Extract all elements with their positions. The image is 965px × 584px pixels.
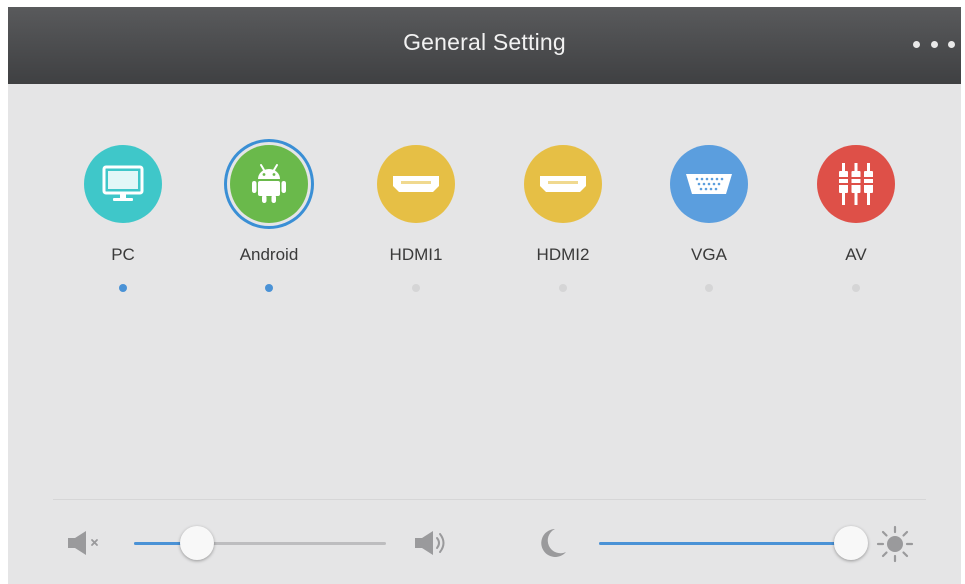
source-label: PC: [111, 245, 135, 264]
hdmi-port-icon: [524, 145, 602, 223]
source-av[interactable]: AV: [801, 137, 911, 307]
vga-port-icon: [670, 145, 748, 223]
source-indicator-dot: [265, 284, 273, 292]
source-android[interactable]: Android: [214, 137, 324, 307]
divider: [53, 499, 926, 500]
volume-up-icon[interactable]: [413, 528, 453, 563]
hdmi-port-icon: [377, 145, 455, 223]
brightness-slider[interactable]: [599, 526, 868, 560]
source-label: Android: [239, 245, 299, 264]
settings-panel: General Setting PC Android HDMI1 HDMI2 V…: [8, 7, 961, 584]
android-icon: [230, 145, 308, 223]
source-label: HDMI2: [536, 245, 590, 264]
source-label: HDMI1: [389, 245, 443, 264]
page-title: General Setting: [403, 29, 566, 55]
header-bar: General Setting: [8, 7, 961, 84]
source-hdmi1[interactable]: HDMI1: [361, 137, 471, 307]
more-options-icon[interactable]: [913, 34, 955, 54]
rca-connector-icon: [817, 145, 895, 223]
source-vga[interactable]: VGA: [654, 137, 764, 307]
source-label: VGA: [691, 245, 727, 264]
source-pc[interactable]: PC: [68, 137, 178, 307]
brightness-slider-fill: [599, 542, 851, 545]
source-indicator-dot: [119, 284, 127, 292]
source-indicator-dot: [559, 284, 567, 292]
brightness-slider-thumb[interactable]: [834, 526, 868, 560]
source-indicator-dot: [705, 284, 713, 292]
source-indicator-dot: [412, 284, 420, 292]
source-hdmi2[interactable]: HDMI2: [508, 137, 618, 307]
sun-icon[interactable]: [875, 524, 915, 569]
source-label: AV: [845, 245, 867, 264]
source-indicator-dot: [852, 284, 860, 292]
volume-mute-icon[interactable]: [66, 529, 106, 562]
monitor-icon: [84, 145, 162, 223]
volume-slider-thumb[interactable]: [180, 526, 214, 560]
moon-icon[interactable]: [535, 526, 569, 565]
volume-slider[interactable]: [134, 526, 386, 560]
